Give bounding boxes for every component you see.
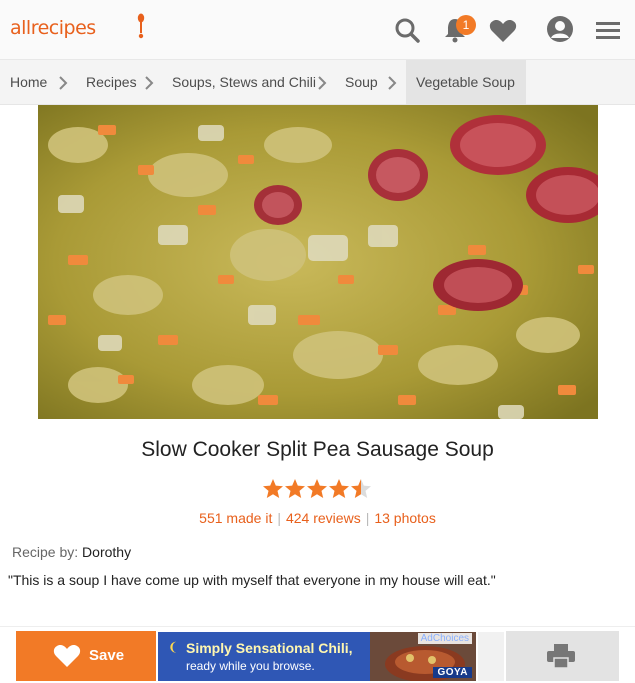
breadcrumb-vegetable-soup[interactable]: Vegetable Soup — [416, 60, 515, 105]
adchoices-link[interactable]: AdChoices — [417, 633, 472, 644]
ad-subline: ready while you browse. — [186, 659, 315, 673]
save-button[interactable]: Save — [16, 631, 156, 681]
recipe-byline: Recipe by: Dorothy — [12, 544, 131, 560]
breadcrumb-home[interactable]: Home — [10, 60, 47, 105]
breadcrumb-soups-stews-chili[interactable]: Soups, Stews and Chili — [172, 60, 316, 105]
divider: | — [277, 510, 281, 526]
chevron-right-icon — [59, 76, 68, 90]
ad-brand: GOYA — [433, 667, 472, 678]
star-icon — [285, 479, 305, 498]
chevron-right-icon — [145, 76, 154, 90]
chevron-right-icon — [388, 76, 397, 90]
star-icon — [329, 479, 349, 498]
notification-badge: 1 — [456, 15, 476, 35]
star-icon — [263, 479, 283, 498]
divider: | — [365, 510, 370, 526]
recipe-description: "This is a soup I have come up with myse… — [8, 572, 496, 588]
logo[interactable]: allrecipes — [10, 17, 96, 39]
breadcrumb: Home Recipes Soups, Stews and Chili Soup… — [0, 60, 635, 105]
breadcrumb-soup[interactable]: Soup — [345, 60, 378, 105]
ad-banner[interactable]: ❨ Simply Sensational Chili, ready while … — [158, 632, 476, 681]
user-icon[interactable] — [546, 15, 574, 43]
byline-label: Recipe by: — [12, 544, 79, 560]
chevron-right-icon — [318, 76, 327, 90]
reviews-link[interactable]: 424 reviews — [286, 510, 361, 526]
logo-spoon-icon — [137, 13, 145, 39]
author-link[interactable]: Dorothy — [82, 544, 131, 560]
recipe-title: Slow Cooker Split Pea Sausage Soup — [141, 438, 494, 461]
star-icon — [307, 479, 327, 498]
rating-stars[interactable] — [262, 478, 374, 500]
top-bar: allrecipes 1 — [0, 0, 635, 60]
menu-icon[interactable] — [594, 16, 622, 44]
breadcrumb-recipes[interactable]: Recipes — [86, 60, 137, 105]
half-star-icon — [351, 479, 371, 498]
print-icon — [547, 644, 575, 669]
heart-icon[interactable] — [489, 17, 517, 45]
made-it-link[interactable]: 551 made it — [199, 510, 272, 526]
search-icon[interactable] — [393, 16, 421, 44]
photos-link[interactable]: 13 photos — [374, 510, 436, 526]
save-label: Save — [89, 647, 125, 664]
recipe-photo[interactable] — [38, 105, 598, 419]
print-button[interactable] — [506, 631, 619, 681]
recipe-stats: 551 made it | 424 reviews | 13 photos — [0, 510, 635, 526]
heart-icon — [53, 645, 81, 667]
action-separator — [478, 632, 504, 681]
swirl-icon: ❨ — [168, 640, 179, 654]
ad-headline: Simply Sensational Chili, — [186, 640, 353, 656]
